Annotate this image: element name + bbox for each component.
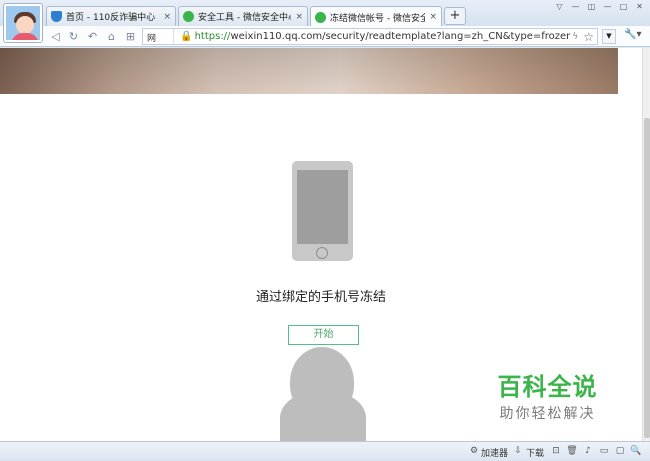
tab-strip: 首页 - 110反诈骗中心 × 安全工具 - 微信安全中心 - × 冻结微信帐号…: [0, 0, 650, 42]
start-button[interactable]: 开始: [288, 325, 359, 345]
watermark-title: 百科全说: [497, 373, 598, 401]
window-icon[interactable]: ▢: [614, 446, 626, 457]
monitor-icon[interactable]: ▭: [598, 446, 610, 457]
restore-icon[interactable]: ◫: [585, 2, 598, 13]
download-label[interactable]: 下载: [526, 446, 544, 459]
speed-mode-icon[interactable]: ϟ: [570, 32, 580, 42]
page-content: 通过绑定的手机号冻结 开始 百科全说 助你轻松解决: [0, 48, 642, 441]
zoom-icon[interactable]: 🔍: [630, 446, 642, 457]
favorite-star-icon[interactable]: ☆: [580, 30, 597, 44]
trash-icon[interactable]: 🗑: [566, 446, 578, 457]
phone-icon: [292, 161, 353, 261]
user-avatar[interactable]: [4, 4, 42, 42]
navigation-toolbar: ◁ ↻ ↶ ⌂ ⊞ 腾讯网证 🔒 https:// weixin110.qq.c…: [0, 26, 650, 47]
url-scheme: https://: [194, 31, 231, 42]
vertical-scrollbar[interactable]: [642, 48, 650, 441]
sound-icon[interactable]: ♪: [582, 446, 594, 457]
penguin-body: [280, 391, 366, 441]
scrollbar-thumb[interactable]: [644, 118, 650, 438]
watermark-subtitle: 助你轻松解决: [499, 406, 596, 422]
tab-label: 冻结微信帐号 - 微信安全中: [330, 13, 425, 24]
close-icon[interactable]: ×: [163, 12, 171, 22]
shield-icon: [51, 11, 62, 22]
back-icon[interactable]: ◁: [48, 29, 63, 44]
address-dropdown-button[interactable]: ▼: [602, 29, 616, 44]
accelerator-icon[interactable]: ⚙: [468, 446, 480, 457]
undo-icon[interactable]: ↶: [85, 29, 100, 44]
screenshot-icon[interactable]: ⊡: [550, 446, 562, 457]
tab-security-tools[interactable]: 安全工具 - 微信安全中心 - ×: [178, 6, 308, 26]
close-icon[interactable]: ×: [429, 12, 437, 22]
new-tab-button[interactable]: +: [444, 7, 466, 25]
watermark-logo: 百科全说 助你轻松解决: [485, 373, 610, 423]
home-icon[interactable]: ⌂: [104, 29, 119, 44]
tab-freeze-account[interactable]: 冻结微信帐号 - 微信安全中 ×: [310, 6, 442, 27]
phone-home-button: [316, 247, 328, 259]
accelerator-label[interactable]: 加速器: [481, 446, 508, 459]
page-heading: 通过绑定的手机号冻结: [255, 290, 386, 305]
avatar-face: [16, 16, 34, 34]
lock-icon[interactable]: 🔒: [180, 31, 192, 42]
status-bar: ⚙ 加速器 ⇩ 下载 ⊡ 🗑 ♪ ▭ ▢ 🔍: [0, 441, 650, 461]
refresh-icon[interactable]: ↻: [66, 29, 81, 44]
tab-label: 安全工具 - 微信安全中心 -: [198, 13, 291, 23]
download-icon[interactable]: ⇩: [512, 446, 524, 457]
url-text: weixin110.qq.com/security/readtemplate?l…: [230, 31, 571, 42]
site-source: 腾讯网证: [143, 29, 175, 44]
tools-menu-button[interactable]: 🔧▾: [624, 29, 648, 44]
phone-screen: [297, 170, 348, 244]
menu-icon[interactable]: —: [569, 2, 582, 13]
close-window-icon[interactable]: ✕: [633, 2, 646, 13]
maximize-icon[interactable]: □: [617, 2, 630, 13]
wechat-icon: [315, 11, 326, 23]
minimize-icon[interactable]: —: [601, 2, 614, 13]
close-icon[interactable]: ×: [295, 12, 303, 22]
window-controls: ▽ — ◫ — □ ✕: [553, 2, 646, 13]
tab-label: 首页 - 110反诈骗中心: [66, 13, 156, 23]
site-source-label: 腾讯网: [147, 29, 165, 44]
banner-shade: [0, 48, 618, 94]
address-bar[interactable]: 腾讯网证 🔒 https:// weixin110.qq.com/securit…: [142, 28, 598, 45]
skin-icon[interactable]: ▽: [553, 2, 566, 13]
qq-penguin-icon: [276, 343, 372, 441]
avatar-body: [11, 33, 39, 40]
browser-window: 首页 - 110反诈骗中心 × 安全工具 - 微信安全中心 - × 冻结微信帐号…: [0, 0, 650, 461]
grid-icon[interactable]: ⊞: [123, 29, 138, 44]
tab-110-center[interactable]: 首页 - 110反诈骗中心 ×: [46, 6, 176, 26]
wechat-icon: [183, 11, 194, 22]
